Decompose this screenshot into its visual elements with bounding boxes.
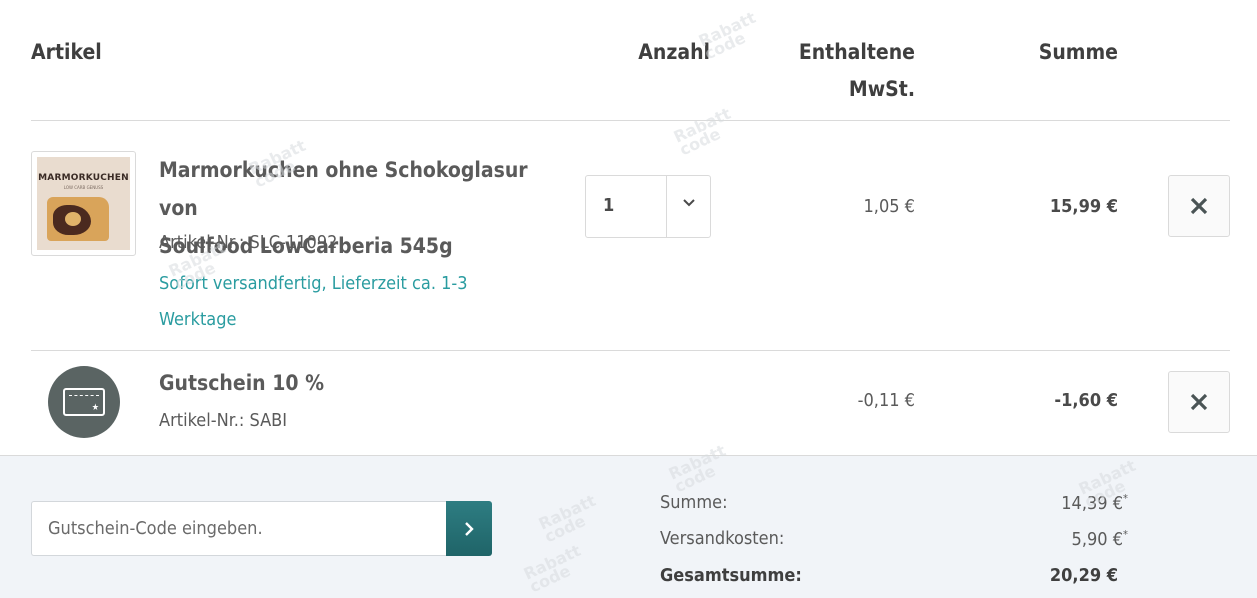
voucher-total: -1,60 € [1054, 390, 1118, 411]
remove-product-button[interactable] [1168, 175, 1230, 237]
product-image[interactable]: MARMORKUCHEN LOW CARB GENUSS [31, 151, 136, 256]
product-shipping-line2: Werktage [159, 309, 237, 330]
subtotal-value: 14,39 €* [990, 492, 1128, 514]
cake-swirl-inner [65, 212, 81, 226]
watermark-line2: code [676, 124, 724, 160]
product-tax: 1,05 € [863, 196, 916, 217]
total-value: 20,29 € [1049, 565, 1118, 586]
shipping-amount: 5,90 € [1071, 529, 1124, 550]
voucher-sku: Artikel-Nr.: SABI [159, 410, 288, 431]
chevron-down-icon [680, 194, 698, 212]
coupon-submit-button[interactable] [446, 501, 492, 556]
voucher-icon: ★ [48, 366, 120, 438]
product-image-cake: MARMORKUCHEN LOW CARB GENUSS [37, 157, 130, 250]
shipping-label: Versandkosten: [660, 528, 785, 549]
header-divider [31, 120, 1230, 121]
quantity-value: 1 [603, 195, 615, 216]
watermark-line1: Rabatt [670, 103, 734, 147]
item-divider [31, 350, 1230, 351]
voucher-star-icon: ★ [91, 403, 99, 413]
product-total: 15,99 € [1049, 196, 1118, 217]
subtotal-amount: 14,39 € [1061, 493, 1124, 514]
column-header-mwst: Enthaltene MwSt. [770, 34, 915, 108]
product-title-line1: Marmorkuchen ohne Schokoglasur von [159, 158, 528, 220]
voucher-card-dash [69, 395, 99, 396]
remove-voucher-button[interactable] [1168, 371, 1230, 433]
watermark-line2: code [701, 28, 749, 64]
subtotal-label: Summe: [660, 492, 728, 513]
coupon-code-input[interactable] [31, 501, 446, 556]
chevron-right-icon [465, 522, 474, 536]
close-icon [1190, 393, 1208, 411]
product-sku: Artikel-Nr.: SLC-11092 [159, 232, 338, 253]
column-header-mwst-line2: MwSt. [848, 77, 915, 101]
product-image-title: MARMORKUCHEN [38, 173, 129, 183]
watermark: Rabatt code [670, 103, 739, 160]
shipping-asterisk: * [1123, 528, 1128, 541]
product-image-subtitle: LOW CARB GENUSS [63, 185, 104, 190]
column-header-artikel: Artikel [31, 40, 102, 64]
shipping-value: 5,90 €* [990, 528, 1128, 550]
column-header-summe: Summe [1038, 40, 1118, 64]
subtotal-asterisk: * [1123, 492, 1128, 505]
column-header-mwst-line1: Enthaltene [798, 40, 915, 64]
voucher-tax: -0,11 € [857, 390, 915, 411]
total-label: Gesamtsumme: [660, 565, 802, 586]
close-icon [1190, 197, 1208, 215]
quantity-select[interactable]: 1 [585, 175, 711, 238]
voucher-title: Gutschein 10 % [159, 371, 324, 395]
voucher-card-icon: ★ [63, 388, 105, 416]
product-shipping-line1: Sofort versandfertig, Lieferzeit ca. 1-3 [159, 273, 468, 294]
column-header-anzahl: Anzahl [638, 40, 710, 64]
quantity-separator [666, 176, 667, 237]
product-shipping-info: Sofort versandfertig, Lieferzeit ca. 1-3… [159, 266, 519, 338]
